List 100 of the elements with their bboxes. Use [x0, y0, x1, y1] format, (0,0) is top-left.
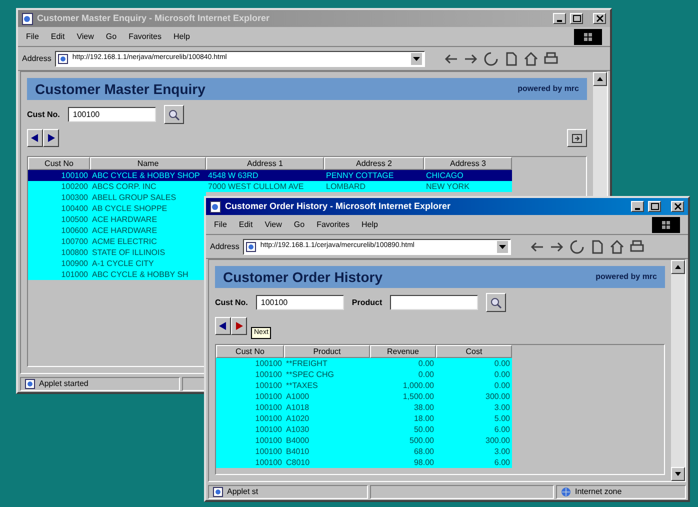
previous-button[interactable] [27, 129, 43, 147]
page-icon [210, 200, 221, 212]
column-header[interactable]: Address 2 [324, 157, 424, 170]
scroll-down-button[interactable] [671, 467, 685, 481]
menu-item[interactable]: Go [294, 218, 305, 230]
refresh-icon[interactable] [483, 50, 500, 66]
menu-item[interactable]: Favorites [128, 30, 162, 42]
close-button[interactable] [671, 201, 684, 212]
table-cell-text: 98.00 [412, 457, 435, 468]
powered-by-text: powered by mrc [518, 83, 579, 95]
next-button[interactable] [43, 129, 59, 147]
input-field[interactable]: 100100 [68, 107, 156, 122]
menu-item[interactable]: Help [361, 218, 378, 230]
table-row[interactable]: 100800 STATE OF ILLINOIS [28, 247, 206, 258]
scroll-up-button[interactable] [671, 260, 685, 274]
table-row[interactable]: 100600 ACE HARDWARE [28, 225, 206, 236]
table-cell-text: AB CYCLE SHOPPE [91, 203, 168, 214]
scroll-up-button[interactable] [593, 72, 607, 86]
table-row[interactable]: 100300 ABELL GROUP SALES [28, 192, 206, 203]
table-cell-text: 3.00 [493, 402, 511, 413]
table-cell-text: LOMBARD [325, 181, 367, 192]
maximize-icon [572, 15, 580, 22]
table-cell-text: 100300 [60, 192, 89, 203]
table-row[interactable]: 100100 A1018 38.00 3.00 [216, 402, 512, 413]
menu-item[interactable]: View [76, 30, 94, 42]
table-cell-text: CHICAGO [425, 170, 464, 181]
column-header[interactable]: Address 3 [424, 157, 512, 170]
search-button[interactable] [164, 105, 184, 124]
table-row[interactable]: 100100 A1000 1,500.00 300.00 [216, 391, 512, 402]
table-row[interactable]: 100200 ABCS CORP. INC 7000 WEST CULLOM AVE LOMBARD NEW YORK [28, 181, 512, 192]
table-cell-text: 100400 [60, 203, 89, 214]
home-icon[interactable] [523, 50, 540, 66]
table-cell-text: 300.00 [484, 391, 511, 402]
printer-icon[interactable] [543, 50, 560, 66]
next-button[interactable] [231, 317, 247, 335]
close-icon [674, 203, 682, 210]
table-cell-text: 100100 [254, 457, 283, 468]
menu-item[interactable]: Edit [50, 30, 65, 42]
maximize-button[interactable] [570, 13, 583, 24]
previous-button[interactable] [215, 317, 231, 335]
home-icon[interactable] [609, 238, 626, 254]
table-row[interactable]: 100900 A-1 CYCLE CITY [28, 258, 206, 269]
windows-logo-icon [583, 32, 593, 42]
table-row[interactable]: 100100 B4010 68.00 3.00 [216, 446, 512, 457]
table-row[interactable]: 100500 ACE HARDWARE [28, 214, 206, 225]
page-icon [22, 12, 33, 24]
maximize-button[interactable] [648, 201, 661, 212]
export-button[interactable] [567, 129, 587, 147]
menu-item[interactable]: View [264, 218, 282, 230]
column-header[interactable]: Product [284, 345, 370, 358]
table-cell-text: 100200 [60, 181, 89, 192]
column-header[interactable]: Cost [436, 345, 512, 358]
table-cell-text: ACE HARDWARE [91, 214, 158, 225]
table-row[interactable]: 100100 A1020 18.00 5.00 [216, 413, 512, 424]
table-row[interactable]: 100100 **SPEC CHG 0.00 0.00 [216, 369, 512, 380]
column-header[interactable]: Cust No [28, 157, 90, 170]
table-row[interactable]: 100100 **FREIGHT 0.00 0.00 [216, 358, 512, 369]
table-cell-text: A1018 [285, 402, 310, 413]
menu-item[interactable]: File [214, 218, 227, 230]
table-cell-text: **FREIGHT [285, 358, 328, 369]
column-header[interactable]: Revenue [370, 345, 436, 358]
table-row[interactable]: 100100 C8010 98.00 6.00 [216, 457, 512, 468]
table-row[interactable]: 100100 ABC CYCLE & HOBBY SHOP 4548 W 63RD PENNY COTTAGE CHICAGO [28, 170, 512, 181]
input-field[interactable] [390, 295, 478, 310]
menu-item[interactable]: Edit [238, 218, 253, 230]
table-row[interactable]: 100100 A1030 50.00 6.00 [216, 424, 512, 435]
dropdown-icon[interactable] [411, 52, 422, 64]
dropdown-icon[interactable] [497, 240, 508, 252]
menu-item[interactable]: Help [173, 30, 190, 42]
column-header[interactable]: Address 1 [206, 157, 324, 170]
column-header[interactable]: Cust No [216, 345, 284, 358]
table-row[interactable]: 100100 **TAXES 1,000.00 0.00 [216, 380, 512, 391]
table-row[interactable]: 100100 B4000 500.00 300.00 [216, 435, 512, 446]
table-row[interactable]: 101000 ABC CYCLE & HOBBY SH [28, 269, 206, 280]
table-cell-text: PENNY COTTAGE [325, 170, 395, 181]
table-cell-text: 100100 [254, 402, 283, 413]
right-triangle-icon [235, 322, 243, 330]
table-cell-text: ABC CYCLE & HOBBY SHOP [91, 170, 201, 181]
printer-icon[interactable] [629, 238, 646, 254]
column-header[interactable]: Name [90, 157, 206, 170]
menu-item[interactable]: Favorites [316, 218, 350, 230]
menu-item[interactable]: File [26, 30, 39, 42]
field-value: 100100 [72, 108, 100, 120]
table-row[interactable]: 100700 ACME ELECTRIC [28, 236, 206, 247]
minimize-button[interactable] [553, 13, 566, 24]
table-row[interactable]: 100400 AB CYCLE SHOPPE [28, 203, 206, 214]
menu-item[interactable]: Go [106, 30, 117, 42]
table-cell-text: 500.00 [408, 435, 435, 446]
table-cell-text: C8010 [285, 457, 311, 468]
input-field[interactable]: 100100 [256, 295, 344, 310]
close-button[interactable] [593, 13, 606, 24]
table-cell-text: NEW YORK [425, 181, 470, 192]
refresh-icon[interactable] [569, 238, 586, 254]
maximize-icon [650, 203, 658, 210]
table-cell-text: A1000 [285, 391, 310, 402]
search-button[interactable] [486, 293, 506, 312]
window-title: Customer Master Enquiry - Microsoft Internet Explorer [37, 12, 270, 25]
minimize-button[interactable] [631, 201, 644, 212]
table-cell-text: 100500 [60, 214, 89, 225]
up-triangle-icon [675, 265, 681, 269]
